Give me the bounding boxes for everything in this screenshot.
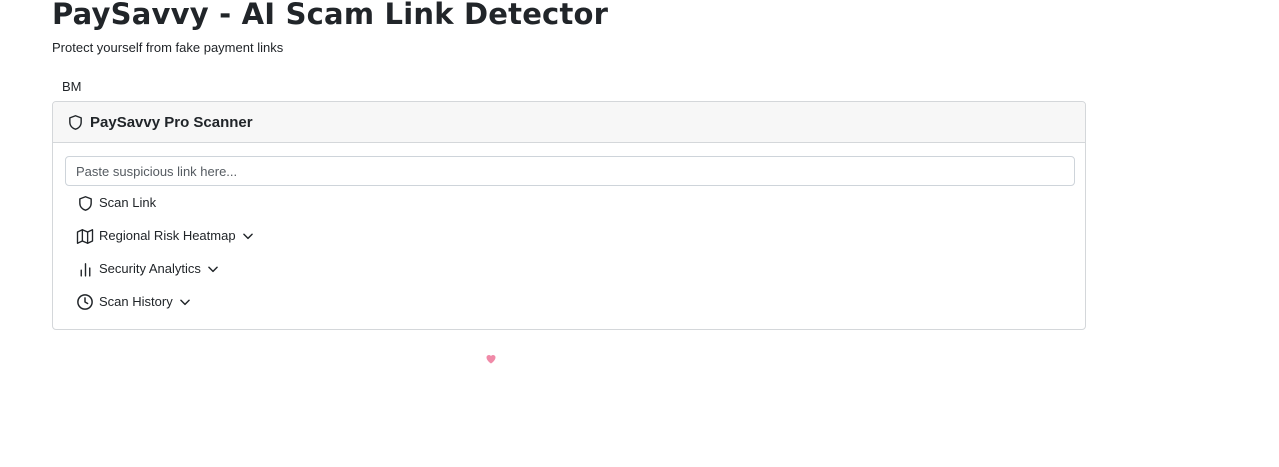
- scan-link-button[interactable]: Scan Link: [76, 194, 156, 212]
- page-title: PaySavvy - AI Scam Link Detector: [52, 0, 609, 31]
- scanner-card-header: PaySavvy Pro Scanner: [53, 102, 1085, 143]
- link-input[interactable]: [65, 156, 1075, 186]
- chevron-down-icon: [178, 295, 192, 309]
- chevron-down-icon: [206, 262, 220, 276]
- scan-link-label: Scan Link: [99, 195, 157, 210]
- bar-chart-icon: [76, 260, 94, 278]
- security-analytics-toggle[interactable]: Security Analytics: [76, 260, 220, 278]
- user-initials: BM: [62, 79, 82, 94]
- scan-history-label: Scan History: [99, 294, 173, 309]
- scanner-title: PaySavvy Pro Scanner: [90, 113, 253, 131]
- scan-history-toggle[interactable]: Scan History: [76, 293, 192, 311]
- page-subtitle: Protect yourself from fake payment links: [52, 40, 284, 55]
- scanner-card: PaySavvy Pro Scanner Scan Link Regional …: [52, 101, 1086, 330]
- security-analytics-label: Security Analytics: [99, 261, 201, 276]
- shield-icon: [66, 113, 84, 131]
- clock-icon: [76, 293, 94, 311]
- shield-icon: [76, 194, 94, 212]
- heart-icon: [485, 352, 497, 364]
- page: PaySavvy - AI Scam Link Detector Protect…: [0, 0, 1279, 467]
- map-icon: [76, 227, 94, 245]
- regional-risk-heatmap-label: Regional Risk Heatmap: [99, 228, 236, 243]
- chevron-down-icon: [241, 229, 255, 243]
- regional-risk-heatmap-toggle[interactable]: Regional Risk Heatmap: [76, 227, 255, 245]
